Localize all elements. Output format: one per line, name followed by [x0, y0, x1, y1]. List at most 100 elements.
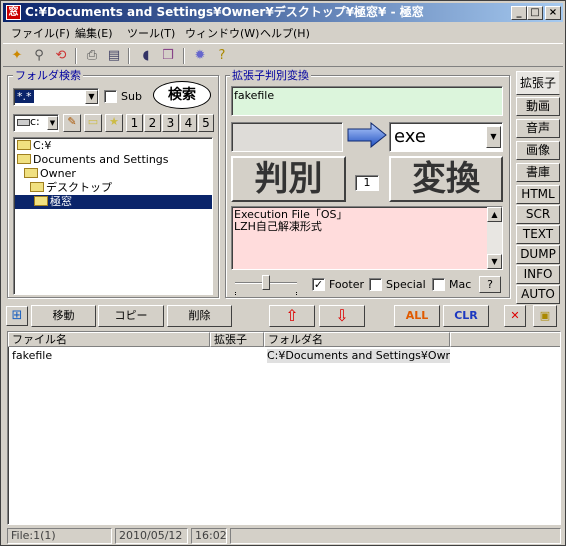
- file-list[interactable]: ファイル名 拡張子 フォルダ名 fakefile C:¥Documents an…: [7, 331, 561, 525]
- tree-node-documents[interactable]: Documents and Settings: [17, 153, 169, 167]
- menu-help[interactable]: ヘルプ(H): [260, 25, 310, 41]
- column-folder[interactable]: フォルダ名: [264, 332, 450, 347]
- delete-button[interactable]: 削除: [167, 305, 232, 327]
- mac-checkbox[interactable]: [432, 278, 445, 291]
- status-time: 16:02: [191, 528, 227, 544]
- settings-icon[interactable]: ✹: [191, 47, 209, 65]
- slider-ticks: [235, 292, 297, 295]
- special-checkbox[interactable]: [369, 278, 382, 291]
- table-row[interactable]: fakefile C:¥Documents and Settings¥Own..…: [8, 349, 450, 363]
- tab-scr[interactable]: SCR: [516, 205, 560, 224]
- bookmark-1-button[interactable]: 1: [126, 114, 143, 132]
- menu-tools[interactable]: ツール(T): [127, 25, 175, 41]
- minimize-button[interactable]: _: [511, 6, 527, 20]
- close-button[interactable]: ×: [545, 6, 561, 20]
- chevron-down-icon[interactable]: ▼: [85, 90, 98, 104]
- clr-button[interactable]: CLR: [443, 305, 489, 327]
- title-bar[interactable]: 窓 C:¥Documents and Settings¥Owner¥デスクトップ…: [3, 3, 563, 22]
- sub-checkbox[interactable]: [104, 90, 117, 103]
- folder-tree[interactable]: C:¥ Documents and Settings Owner デスクトップ …: [13, 137, 213, 295]
- bookmark-5-button[interactable]: 5: [198, 114, 214, 132]
- folder-icon: [30, 182, 44, 192]
- tab-auto[interactable]: AUTO: [516, 285, 560, 304]
- select-all-icon[interactable]: ⊞: [6, 306, 28, 326]
- scroll-down-icon[interactable]: ▼: [487, 254, 502, 269]
- folder-icon: [34, 196, 48, 206]
- bookmark-3-button[interactable]: 3: [162, 114, 179, 132]
- footer-checkbox[interactable]: ✓: [312, 278, 325, 291]
- scroll-up-icon[interactable]: ▲: [487, 207, 502, 222]
- tab-image[interactable]: 画像: [516, 141, 560, 160]
- count-field: 1: [355, 175, 379, 191]
- judge-button[interactable]: 判別: [231, 156, 346, 202]
- bookmark-2-button[interactable]: 2: [144, 114, 161, 132]
- folder-search-label: フォルダ検索: [13, 67, 83, 83]
- favorite-folder-icon[interactable]: ★: [105, 114, 123, 132]
- sub-label: Sub: [121, 90, 142, 103]
- arrow-down-icon[interactable]: ⇩: [319, 305, 365, 327]
- special-label: Special: [386, 278, 426, 291]
- help-button[interactable]: ?: [479, 276, 501, 293]
- original-extension-field[interactable]: [231, 122, 343, 152]
- document-icon[interactable]: ▤: [105, 47, 123, 65]
- drive-value: c:: [30, 115, 40, 128]
- status-file-count: File:1(1): [7, 528, 112, 544]
- tab-audio[interactable]: 音声: [516, 119, 560, 138]
- copy-button[interactable]: コピー: [98, 305, 164, 327]
- menu-window[interactable]: ウィンドウ(W): [185, 25, 259, 41]
- maximize-button[interactable]: □: [527, 6, 543, 20]
- filename-field[interactable]: fakefile: [231, 86, 503, 116]
- bucket-icon[interactable]: ◖: [137, 47, 155, 65]
- slider-thumb[interactable]: [262, 275, 270, 290]
- tab-video[interactable]: 動画: [516, 97, 560, 116]
- help-icon[interactable]: ?: [213, 47, 231, 65]
- menu-edit[interactable]: 編集(E): [75, 25, 113, 41]
- drive-icon: [17, 119, 30, 126]
- page-icon[interactable]: ❒: [159, 47, 177, 65]
- tree-node-desktop[interactable]: デスクトップ: [30, 181, 112, 195]
- description-area[interactable]: Execution File「OS」 LZH自己解凍形式: [231, 206, 503, 270]
- arrow-up-icon[interactable]: ⇧: [269, 305, 315, 327]
- move-button[interactable]: 移動: [31, 305, 96, 327]
- footer-label: Footer: [329, 278, 364, 291]
- tab-html[interactable]: HTML: [516, 185, 560, 204]
- column-blank: [450, 332, 560, 347]
- arrow-right-icon: [347, 122, 387, 148]
- search-button[interactable]: 検索: [153, 81, 211, 109]
- drive-dropdown-icon[interactable]: ▼: [47, 116, 58, 130]
- app-icon: 窓: [6, 5, 21, 20]
- bookmark-4-button[interactable]: 4: [180, 114, 197, 132]
- tab-info[interactable]: INFO: [516, 265, 560, 284]
- tab-archive[interactable]: 書庫: [516, 163, 560, 182]
- column-extension[interactable]: 拡張子: [210, 332, 264, 347]
- pattern-value: *.*: [15, 90, 34, 103]
- tab-text[interactable]: TEXT: [516, 225, 560, 244]
- tree-node-root[interactable]: C:¥: [17, 139, 51, 153]
- refresh-icon[interactable]: ⟲: [52, 47, 70, 65]
- find-icon[interactable]: ⚲: [30, 47, 48, 65]
- print-icon[interactable]: ⎙: [83, 47, 101, 65]
- edit-folder-icon[interactable]: ✎: [63, 114, 81, 132]
- toolbar: ✦ ⚲ ⟲ ⎙ ▤ ◖ ❒ ✹ ?: [3, 43, 563, 67]
- column-filename[interactable]: ファイル名: [8, 332, 210, 347]
- tab-extension[interactable]: 拡張子: [516, 71, 560, 95]
- tree-node-owner[interactable]: Owner: [24, 167, 76, 181]
- new-icon[interactable]: ✦: [8, 47, 26, 65]
- row-filename: fakefile: [12, 349, 53, 362]
- all-button[interactable]: ALL: [394, 305, 440, 327]
- tree-node-gokumado[interactable]: 極窓: [15, 195, 212, 209]
- window-icon[interactable]: ▣: [533, 305, 557, 327]
- folder-icon: [24, 168, 38, 178]
- convert-button[interactable]: 変換: [389, 156, 503, 202]
- extension-label: 拡張子判別変換: [230, 67, 311, 83]
- status-extra: [230, 528, 561, 544]
- row-folder: C:¥Documents and Settings¥Own...: [267, 349, 450, 363]
- remove-item-icon[interactable]: ✕: [504, 305, 526, 327]
- menu-file[interactable]: ファイル(F): [11, 25, 70, 41]
- main-window: 窓 C:¥Documents and Settings¥Owner¥デスクトップ…: [0, 0, 566, 546]
- result-dropdown-icon[interactable]: ▼: [486, 126, 501, 148]
- tab-dump[interactable]: DUMP: [516, 245, 560, 264]
- status-date: 2010/05/12: [115, 528, 188, 544]
- menu-bar: ファイル(F) 編集(E) ツール(T) ウィンドウ(W) ヘルプ(H): [3, 23, 563, 41]
- open-folder-icon[interactable]: ▭: [84, 114, 102, 132]
